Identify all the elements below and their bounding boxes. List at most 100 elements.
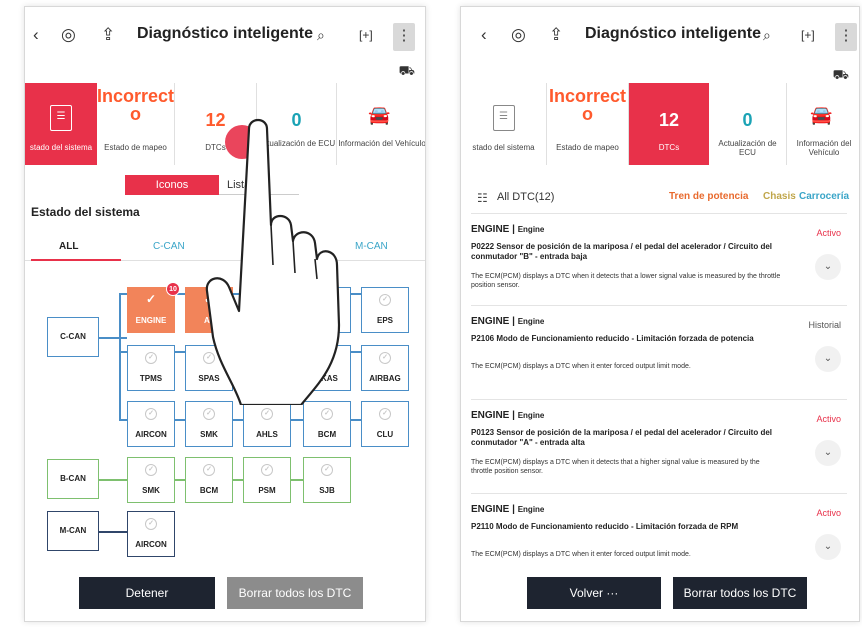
car-search-icon[interactable]: ⌕ xyxy=(763,25,771,45)
dtc-explanation: The ECM(PCM) displays a DTC when it ente… xyxy=(471,551,691,558)
more-menu-button[interactable]: ⋮ xyxy=(393,23,415,51)
ecu-aircon-m[interactable]: ✓ AIRCON xyxy=(127,511,175,557)
tab-system-status[interactable]: ☰ stado del sistema xyxy=(25,83,97,165)
tab-vehicle-info[interactable]: 🚘 Información del Vehículo xyxy=(337,83,426,165)
tab-label: stado del sistema xyxy=(29,143,93,152)
app-bar: ‹ ◎ ⇪ Diagnóstico inteligente ⌕ [+] ⋮ xyxy=(25,19,425,53)
export-icon[interactable]: ⇪ xyxy=(549,25,563,45)
dtc-system: ENGINE | Engine xyxy=(471,224,545,235)
stop-button[interactable]: Detener xyxy=(79,577,215,609)
filter-chassis[interactable]: Chasis xyxy=(763,191,796,202)
tab-vehicle-info[interactable]: 🚘 Información del Vehículo xyxy=(787,83,859,165)
page-title: Diagnóstico inteligente xyxy=(585,25,762,42)
ecu-label: SJB xyxy=(319,486,335,495)
filter-body[interactable]: Carrocería xyxy=(799,191,849,202)
expand-chevron-icon[interactable]: ⌄ xyxy=(815,534,841,560)
clear-all-dtc-button[interactable]: Borrar todos los DTC xyxy=(673,577,807,609)
ecu-tpms[interactable]: ✓ TPMS xyxy=(127,345,175,391)
mapping-value: Incorrect o xyxy=(548,86,627,124)
car-search-icon[interactable]: ⌕ xyxy=(317,25,325,45)
ecu-label: SMK xyxy=(200,430,218,439)
more-menu-button[interactable]: ⋮ xyxy=(835,23,857,51)
hand-pointer-icon xyxy=(205,118,341,405)
tab-label: Estado de mapeo xyxy=(556,143,619,152)
diagnostic-icon[interactable]: ◎ xyxy=(511,25,526,45)
mapping-value: Incorrect o xyxy=(97,86,175,124)
tab-dtcs[interactable]: 12 DTCs xyxy=(629,83,709,165)
ecu-psm[interactable]: ✓ PSM xyxy=(243,457,291,503)
ecu-airbag[interactable]: ✓ AIRBAG xyxy=(361,345,409,391)
tab-ecu-update[interactable]: 0 Actualización de ECU xyxy=(709,83,787,165)
dtc-item[interactable]: ENGINE | Engine Historial P2106 Modo de … xyxy=(471,305,847,395)
tab-label: Información del Vehículo xyxy=(338,139,426,148)
tab-m-can[interactable]: M-CAN xyxy=(355,241,388,252)
back-icon[interactable]: ‹ xyxy=(481,25,487,45)
ecu-bcm-b[interactable]: ✓ BCM xyxy=(185,457,233,503)
ecu-label: ENGINE xyxy=(135,316,167,325)
dtc-state: Activo xyxy=(816,228,841,238)
ecu-label: BCM xyxy=(317,430,337,439)
tab-mapping-status[interactable]: Incorrect o Estado de mapeo xyxy=(547,83,629,165)
diagnostic-icon[interactable]: ◎ xyxy=(61,25,76,45)
back-icon[interactable]: ‹ xyxy=(33,25,39,45)
check-icon: ✓ xyxy=(145,518,157,530)
ecu-aircon[interactable]: ✓ AIRCON xyxy=(127,401,175,447)
car-settings-icon[interactable]: ⛟ xyxy=(399,63,415,81)
app-bar: ‹ ◎ ⇪ Diagnóstico inteligente ⌕ [+] ⋮ xyxy=(461,19,859,53)
dtc-item[interactable]: ENGINE | Engine Activo P2110 Modo de Fun… xyxy=(471,493,847,575)
ecu-label: PSM xyxy=(258,486,276,495)
dtc-item[interactable]: ENGINE | Engine Activo P0123 Sensor de p… xyxy=(471,399,847,489)
tab-system-status[interactable]: ☰ stado del sistema xyxy=(461,83,547,165)
ecu-label: SMK xyxy=(142,486,160,495)
tab-label: Actualización de ECU xyxy=(718,139,777,157)
tab-c-can[interactable]: C-CAN xyxy=(153,241,185,252)
tab-label: Estado de mapeo xyxy=(104,143,167,152)
dtc-item[interactable]: ENGINE | Engine Activo P0222 Sensor de p… xyxy=(471,213,847,303)
check-icon: ✓ xyxy=(379,352,391,364)
car-info-icon: 🚘 xyxy=(810,105,833,125)
list-icon: ☰ xyxy=(492,105,515,131)
ecu-engine[interactable]: ✓ ENGINE 10 xyxy=(127,282,180,333)
dtc-description: P2106 Modo de Funcionamiento reducido - … xyxy=(471,334,754,343)
ecu-label: AIRCON xyxy=(135,540,167,549)
dtc-badge: 10 xyxy=(166,282,180,296)
ecu-bcm[interactable]: ✓ BCM xyxy=(303,401,351,447)
tab-label: stado del sistema xyxy=(472,143,535,152)
ecu-smk-b[interactable]: ✓ SMK xyxy=(127,457,175,503)
expand-chevron-icon[interactable]: ⌄ xyxy=(815,254,841,280)
export-icon[interactable]: ⇪ xyxy=(101,25,115,45)
car-info-icon: 🚘 xyxy=(368,105,391,125)
ecu-eps[interactable]: ✓ EPS xyxy=(361,287,409,333)
bottom-bar: Detener Borrar todos los DTC xyxy=(25,577,425,609)
clear-all-dtc-button[interactable]: Borrar todos los DTC xyxy=(227,577,363,609)
ecu-label: CLU xyxy=(376,430,394,439)
filter-powertrain[interactable]: Tren de potencia xyxy=(669,191,748,202)
check-icon: ✓ xyxy=(321,408,333,420)
tab-label: DTCs xyxy=(658,143,680,152)
bottom-bar: Volver ··· Borrar todos los DTC xyxy=(461,577,859,609)
bus-m-can: M-CAN xyxy=(47,511,99,551)
wire xyxy=(97,531,127,533)
dtc-state: Activo xyxy=(816,508,841,518)
fullscreen-icon[interactable]: [+] xyxy=(801,25,815,45)
expand-chevron-icon[interactable]: ⌄ xyxy=(815,440,841,466)
filter-all[interactable]: All DTC(12) xyxy=(497,191,554,203)
summary-tabs: ☰ stado del sistema Incorrect o Estado d… xyxy=(461,83,859,165)
ecu-clu[interactable]: ✓ CLU xyxy=(361,401,409,447)
tab-mapping-status[interactable]: Incorrect o Estado de mapeo xyxy=(97,83,175,165)
filter-list-icon[interactable]: ☷ xyxy=(477,191,488,205)
tab-label: Información del Vehículo xyxy=(796,139,852,157)
ecu-ahls[interactable]: ✓ AHLS xyxy=(243,401,291,447)
ecu-sjb[interactable]: ✓ SJB xyxy=(303,457,351,503)
tab-all[interactable]: ALL xyxy=(59,241,78,252)
check-icon: ✓ xyxy=(203,408,215,420)
dtc-system: ENGINE | Engine xyxy=(471,504,545,515)
back-button[interactable]: Volver ··· xyxy=(527,577,661,609)
fullscreen-icon[interactable]: [+] xyxy=(359,25,373,45)
check-icon: ✓ xyxy=(145,352,157,364)
ecu-label: EPS xyxy=(376,316,393,325)
dtc-state: Activo xyxy=(816,414,841,424)
ecu-smk[interactable]: ✓ SMK xyxy=(185,401,233,447)
expand-chevron-icon[interactable]: ⌄ xyxy=(815,346,841,372)
check-icon: ✓ xyxy=(145,292,157,306)
